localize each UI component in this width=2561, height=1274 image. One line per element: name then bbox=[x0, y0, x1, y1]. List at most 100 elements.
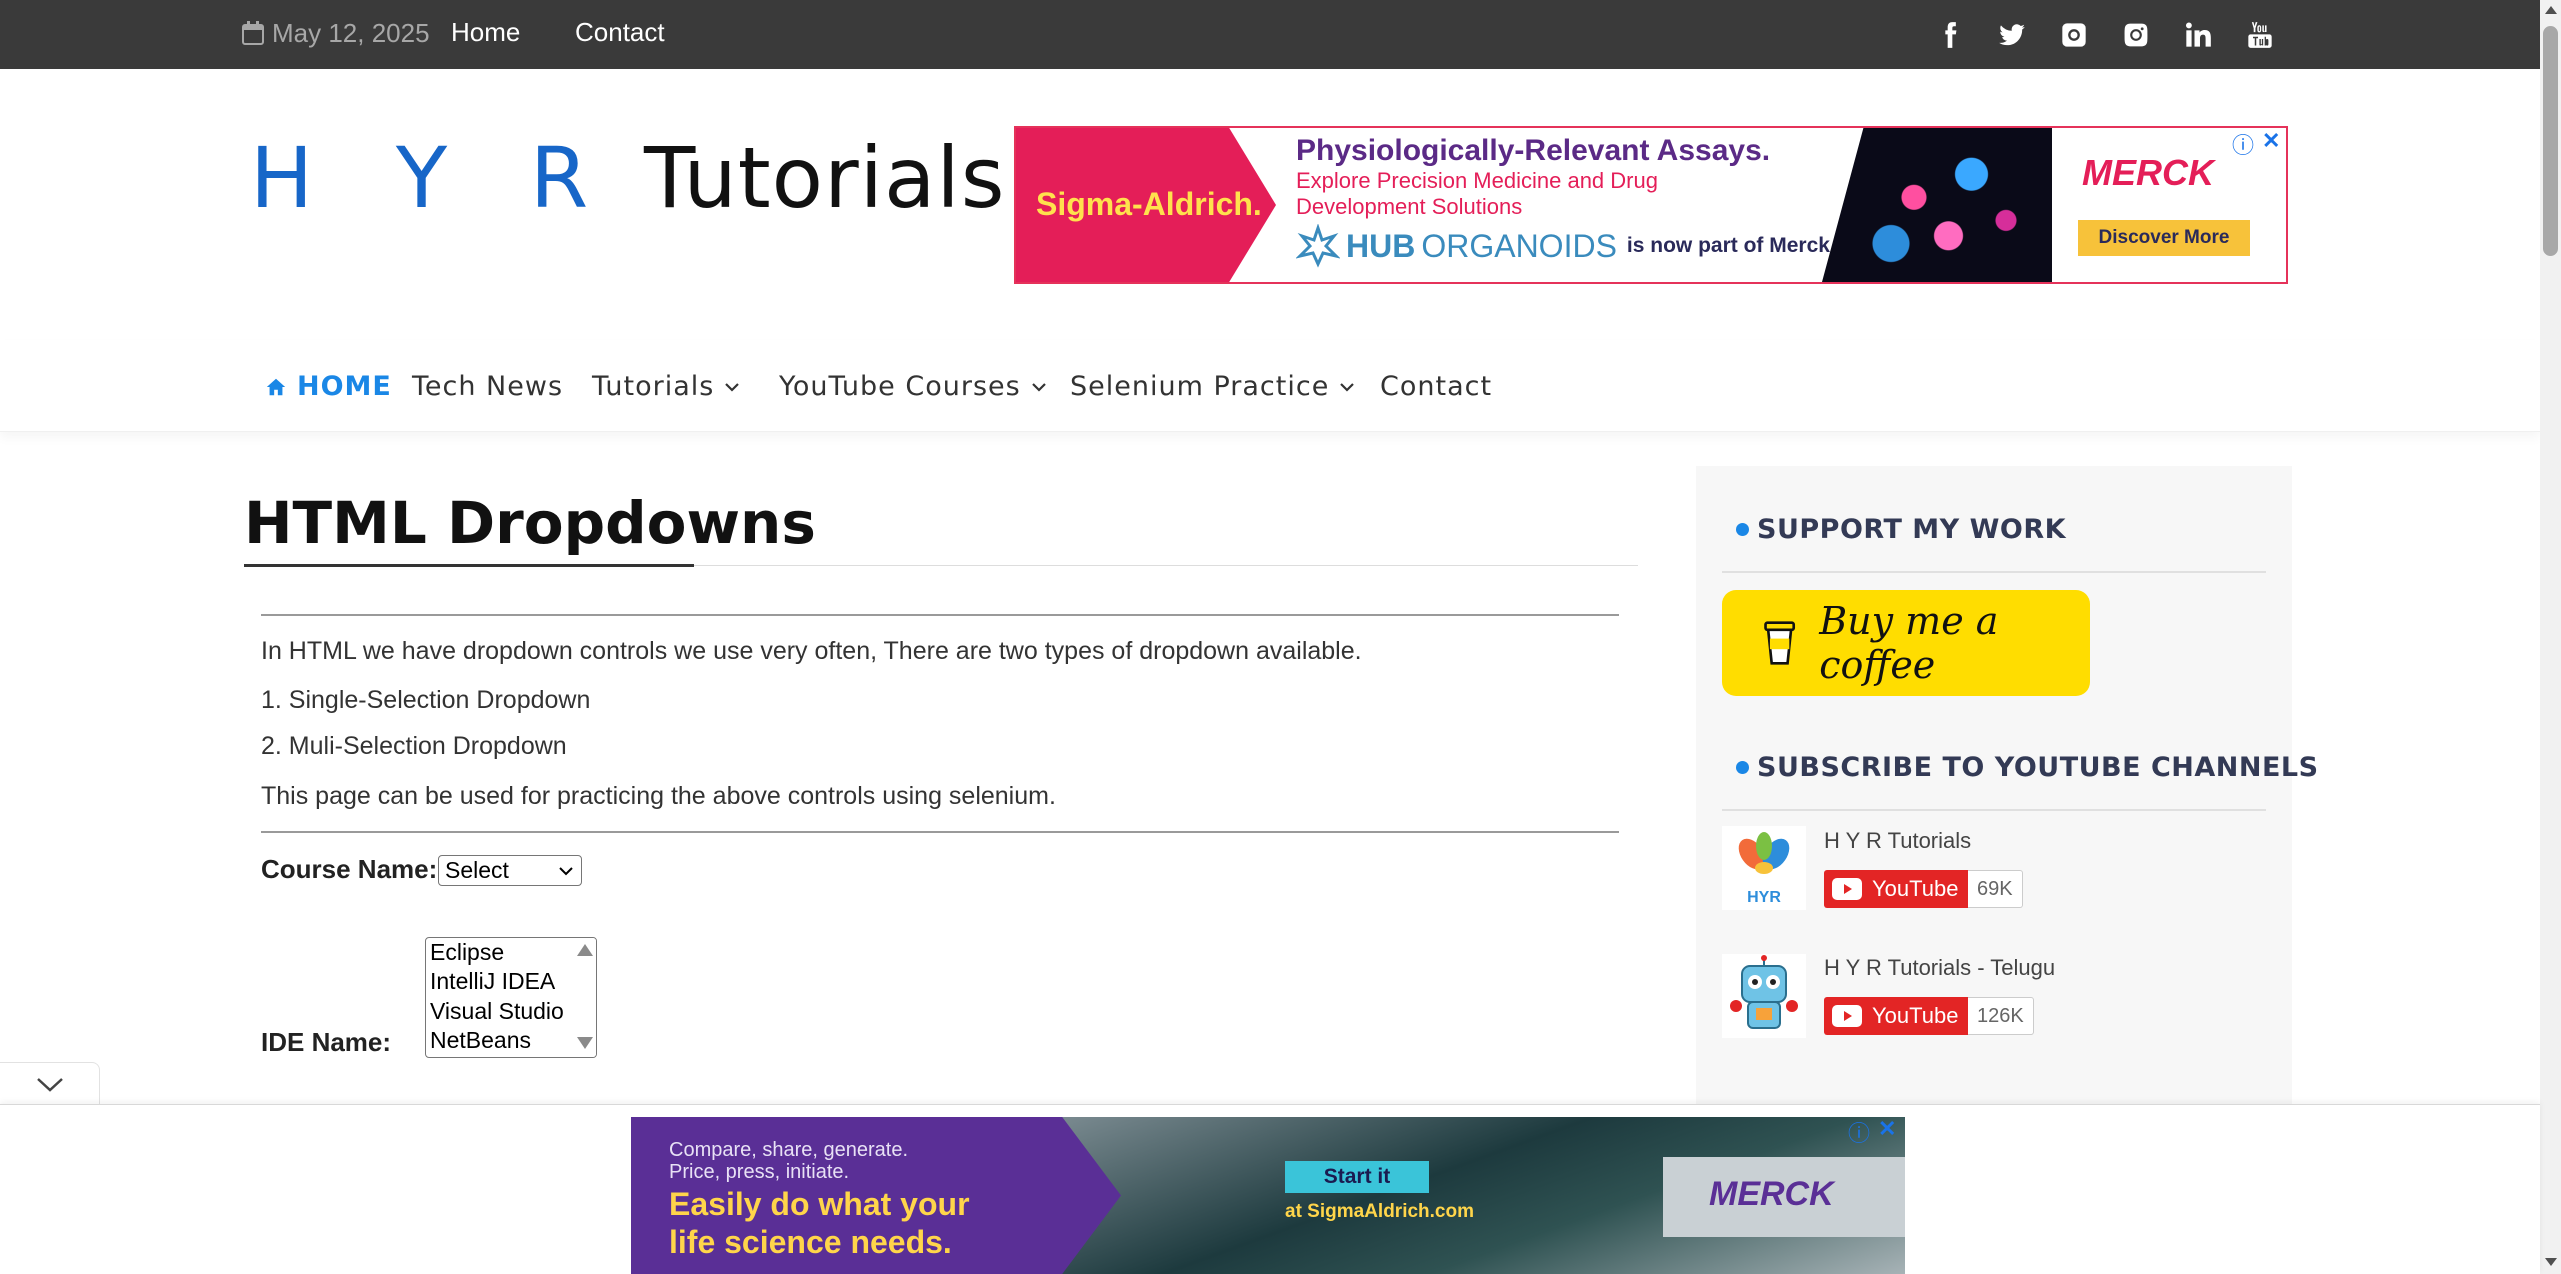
ad-brand-panel: Sigma-Aldrich. bbox=[1016, 128, 1276, 282]
nav-youtube-courses[interactable]: YouTube Courses bbox=[779, 370, 1047, 404]
ide-option[interactable]: Visual Studio bbox=[430, 997, 564, 1026]
ad-close-icon[interactable]: ✕ bbox=[2262, 128, 2280, 160]
nav-contact-label: Contact bbox=[1380, 371, 1493, 402]
chevron-down-icon bbox=[725, 383, 740, 392]
course-name-label: Course Name: bbox=[261, 854, 438, 884]
nav-tech-news-label: Tech News bbox=[412, 371, 564, 402]
ad-merck-logo: MERCK bbox=[2082, 152, 2214, 193]
top-link-home[interactable]: Home bbox=[451, 16, 520, 48]
date-text: May 12, 2025 bbox=[272, 18, 430, 48]
ad-big-1: Easily do what your bbox=[669, 1186, 970, 1222]
collapse-ad-button[interactable] bbox=[0, 1062, 100, 1104]
ad-info-icon[interactable]: ⓘ bbox=[2232, 128, 2254, 160]
scrollbar-thumb[interactable] bbox=[2543, 26, 2558, 256]
coffee-label: Buy me a coffee bbox=[1819, 599, 1999, 687]
support-divider bbox=[1722, 571, 2266, 573]
bottom-ad-choices: ⓘ ✕ bbox=[1848, 1116, 1896, 1148]
main-nav: HOME Tech News Tutorials YouTube Courses… bbox=[0, 340, 2540, 432]
subscribe-widget-title: SUBSCRIBE TO YOUTUBE CHANNELS bbox=[1736, 752, 2319, 783]
course-selected-value: Select bbox=[445, 857, 509, 883]
linkedin-icon[interactable] bbox=[2180, 19, 2216, 51]
subscribe-title-text: SUBSCRIBE TO YOUTUBE CHANNELS bbox=[1757, 752, 2319, 783]
ad-merck-logo: MERCK bbox=[1709, 1175, 1834, 1213]
ad-part-of: is now part of Merck bbox=[1626, 234, 1830, 257]
nav-home-label: HOME bbox=[297, 371, 392, 402]
scroll-up-arrow-icon[interactable] bbox=[577, 944, 593, 956]
bottom-banner-ad[interactable]: Compare, share, generate. Price, press, … bbox=[631, 1117, 1905, 1274]
course-name-select[interactable]: Select bbox=[438, 855, 582, 886]
ad-start-button[interactable]: Start it bbox=[1285, 1161, 1429, 1193]
github-icon[interactable] bbox=[2056, 19, 2092, 51]
svg-text:HYR: HYR bbox=[1747, 889, 1781, 906]
chevron-down-icon bbox=[559, 866, 573, 875]
date-display: May 12, 2025 bbox=[242, 16, 430, 50]
youtube-button-label: YouTube bbox=[1872, 876, 1959, 901]
nav-youtube-courses-label: YouTube Courses bbox=[779, 371, 1021, 402]
channel-name[interactable]: H Y R Tutorials bbox=[1824, 828, 1971, 854]
scroll-up-icon[interactable] bbox=[2545, 6, 2557, 14]
ide-name-multiselect[interactable]: Eclipse IntelliJ IDEA Visual Studio NetB… bbox=[425, 937, 597, 1058]
page-title: HTML Dropdowns bbox=[244, 489, 816, 557]
channel-name[interactable]: H Y R Tutorials - Telugu bbox=[1824, 955, 2055, 981]
twitter-icon[interactable] bbox=[1994, 19, 2030, 51]
scroll-down-arrow-icon[interactable] bbox=[577, 1037, 593, 1049]
content-divider-bottom bbox=[261, 831, 1619, 833]
ide-option[interactable]: Eclipse bbox=[430, 938, 504, 967]
support-title-text: SUPPORT MY WORK bbox=[1757, 514, 2067, 545]
ad-discover-button[interactable]: Discover More bbox=[2078, 220, 2250, 256]
nav-selenium-practice[interactable]: Selenium Practice bbox=[1070, 370, 1355, 404]
coffee-cup-icon bbox=[1764, 621, 1796, 665]
nav-tutorials-label: Tutorials bbox=[592, 371, 715, 402]
hyr-channel-avatar[interactable]: HYR bbox=[1722, 826, 1806, 910]
buy-me-a-coffee-button[interactable]: Buy me a coffee bbox=[1722, 590, 2090, 696]
facebook-icon[interactable] bbox=[1932, 19, 1968, 51]
youtube-subscribe-button[interactable]: YouTube bbox=[1824, 997, 1968, 1035]
chevron-down-icon bbox=[1031, 383, 1046, 392]
ad-tagline-2: Price, press, initiate. bbox=[669, 1161, 850, 1183]
ad-headline: Physiologically-Relevant Assays. bbox=[1296, 134, 1771, 167]
intro-text: In HTML we have dropdown controls we use… bbox=[261, 637, 1362, 665]
nav-home[interactable]: HOME bbox=[265, 370, 392, 404]
top-link-contact[interactable]: Contact bbox=[575, 16, 665, 48]
scroll-down-icon[interactable] bbox=[2545, 1258, 2557, 1266]
support-widget-title: SUPPORT MY WORK bbox=[1736, 514, 2066, 545]
chevron-down-icon bbox=[36, 1077, 63, 1092]
chevron-down-icon bbox=[1340, 383, 1355, 392]
instagram-icon[interactable] bbox=[2118, 19, 2154, 51]
ad-info-icon[interactable]: ⓘ bbox=[1848, 1116, 1870, 1148]
bullet-dot bbox=[1736, 761, 1749, 774]
ad-site-text: at SigmaAldrich.com bbox=[1285, 1201, 1474, 1222]
home-icon bbox=[266, 378, 286, 396]
bullet-dot bbox=[1736, 523, 1749, 536]
title-divider bbox=[694, 565, 1638, 566]
youtube-icon[interactable] bbox=[2242, 19, 2278, 51]
nav-tutorials[interactable]: Tutorials bbox=[592, 370, 740, 404]
list-item-single: 1. Single-Selection Dropdown bbox=[261, 686, 591, 714]
youtube-button-label: YouTube bbox=[1872, 1003, 1959, 1028]
subscriber-count: 126K bbox=[1968, 997, 2034, 1035]
nav-contact[interactable]: Contact bbox=[1380, 370, 1492, 404]
subscribe-divider bbox=[1722, 809, 2266, 811]
listbox-scrollbar[interactable] bbox=[574, 938, 596, 1057]
ad-big-2: life science needs. bbox=[669, 1224, 952, 1260]
organoid-star-icon bbox=[1296, 224, 1340, 268]
nav-tech-news[interactable]: Tech News bbox=[412, 370, 563, 404]
youtube-play-icon bbox=[1832, 878, 1862, 900]
social-links bbox=[1932, 19, 2278, 51]
logo-hyr: H Y R bbox=[250, 129, 617, 227]
ad-brand: Sigma-Aldrich. bbox=[1036, 186, 1262, 222]
ide-name-label: IDE Name: bbox=[261, 1027, 392, 1057]
ad-tagline: Compare, share, generate. Price, press, … bbox=[669, 1139, 908, 1183]
top-banner-ad[interactable]: Sigma-Aldrich. Physiologically-Relevant … bbox=[1014, 126, 2288, 284]
ad-cells-image bbox=[1822, 128, 2052, 282]
ad-organoids: ORGANOIDS bbox=[1421, 227, 1617, 264]
ide-option[interactable]: NetBeans bbox=[430, 1026, 531, 1055]
calendar-icon bbox=[242, 21, 264, 45]
hyr-telugu-channel-avatar[interactable] bbox=[1722, 954, 1806, 1038]
ide-option[interactable]: IntelliJ IDEA bbox=[430, 967, 555, 996]
youtube-subscribe-button[interactable]: YouTube bbox=[1824, 870, 1968, 908]
list-item-multi: 2. Muli-Selection Dropdown bbox=[261, 732, 567, 760]
site-logo[interactable]: H Y R Tutorials bbox=[250, 126, 1006, 230]
ad-subline: Explore Precision Medicine and Drug Deve… bbox=[1296, 168, 1658, 219]
ad-close-icon[interactable]: ✕ bbox=[1878, 1116, 1896, 1148]
